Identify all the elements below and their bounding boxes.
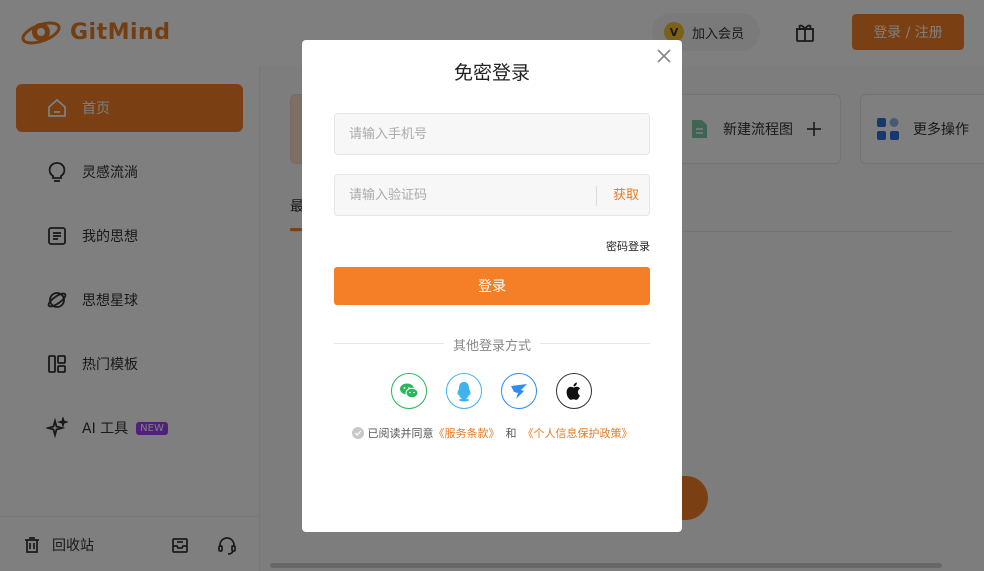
qq-icon: [457, 382, 471, 402]
terms-link[interactable]: 《服务条款》: [434, 425, 500, 441]
privacy-link[interactable]: 《个人信息保护政策》: [523, 425, 633, 441]
qq-login-button[interactable]: [446, 373, 482, 409]
get-code-button[interactable]: 获取: [602, 186, 650, 206]
wechat-login-button[interactable]: [391, 373, 427, 409]
password-login-link[interactable]: 密码登录: [606, 238, 650, 254]
agreement-row: 已阅读并同意 《服务条款》 和 《个人信息保护政策》: [302, 425, 682, 441]
agree-prefix: 已阅读并同意: [367, 427, 434, 440]
other-login-label: 其他登录方式: [452, 339, 531, 354]
login-submit-button[interactable]: 登录: [334, 267, 650, 305]
modal-title: 免密登录: [453, 62, 530, 84]
dingtalk-icon: [511, 384, 527, 399]
dingtalk-login-button[interactable]: [501, 373, 537, 409]
check-icon: [354, 430, 361, 436]
apple-icon: [566, 382, 580, 400]
agree-and: 和: [505, 427, 517, 440]
code-separator: [596, 186, 597, 206]
wechat-icon: [400, 383, 419, 399]
divider-right: [540, 343, 650, 344]
login-modal: 免密登录 获取 密码登录 登录 其他登录方式 已阅读并同意 《服务条款》 和 《…: [302, 40, 682, 532]
agree-checkbox[interactable]: [351, 427, 364, 439]
apple-login-button[interactable]: [556, 373, 592, 409]
phone-input[interactable]: [334, 113, 650, 155]
